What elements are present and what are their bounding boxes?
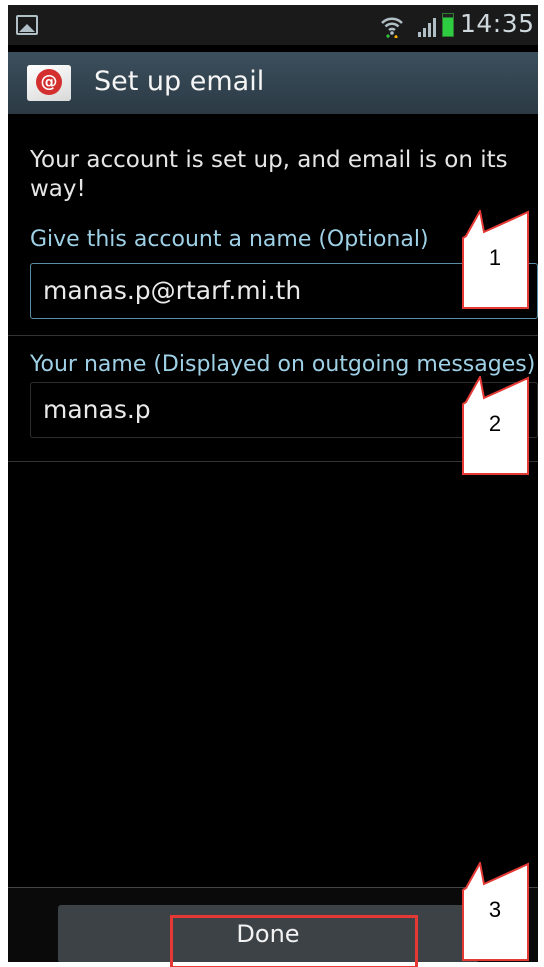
account-name-label: Give this account a name (Optional)	[30, 227, 429, 252]
callout-2-number: 2	[488, 411, 502, 436]
battery-icon	[442, 13, 454, 37]
bottom-button-bar: Done	[8, 887, 538, 962]
at-sign-icon: @	[36, 69, 62, 95]
email-app-icon[interactable]: @	[27, 65, 71, 101]
callout-3: 3	[462, 862, 542, 962]
wifi-icon	[381, 17, 403, 38]
setup-complete-message: Your account is set up, and email is on …	[30, 147, 508, 202]
divider	[8, 461, 538, 462]
callout-2: 2	[462, 376, 542, 476]
divider	[8, 335, 538, 336]
done-button[interactable]: Done	[58, 905, 478, 962]
action-bar-title: Set up email	[94, 66, 265, 97]
action-bar: @ Set up email	[8, 52, 538, 114]
callout-1-number: 1	[488, 245, 502, 270]
signal-icon	[418, 18, 436, 37]
callout-1: 1	[462, 210, 542, 310]
status-time: 14:35	[460, 9, 535, 38]
status-bar: 14:35	[8, 5, 538, 45]
image-notification-icon	[16, 15, 38, 35]
phone-screen: 14:35 @ Set up email Your account is set…	[8, 5, 538, 962]
your-name-label: Your name (Displayed on outgoing message…	[30, 352, 536, 377]
callout-3-number: 3	[488, 897, 502, 922]
